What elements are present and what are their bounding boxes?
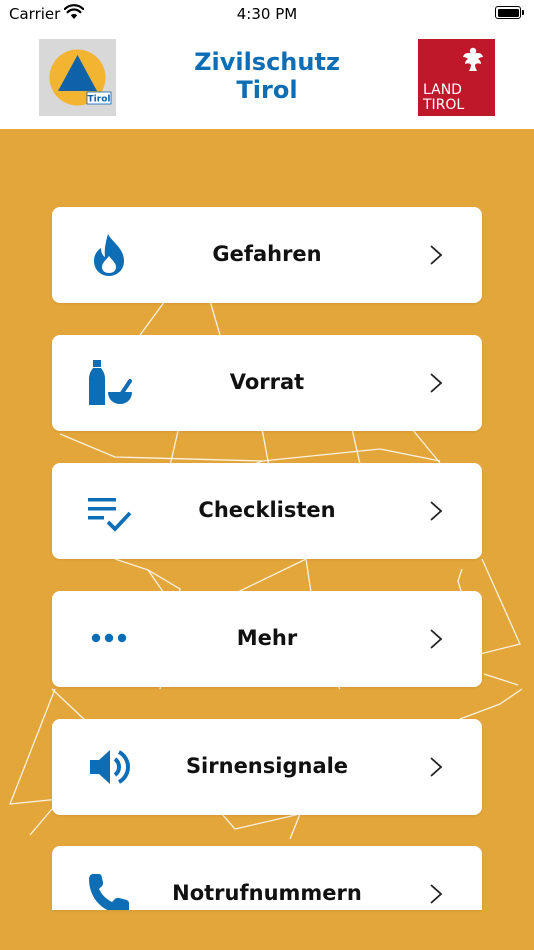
- app-header: Tirol Zivilschutz Tirol LAND TIROL: [0, 28, 534, 129]
- menu-label-vorrat: Vorrat: [229, 370, 305, 394]
- menu-button-notrufnummern[interactable]: Notrufnummern: [52, 846, 482, 910]
- zivilschutz-logo[interactable]: Tirol: [39, 39, 116, 116]
- chevron-right-icon: [430, 245, 443, 265]
- land-tirol-logo[interactable]: LAND TIROL: [418, 39, 495, 116]
- chevron-right-icon: [430, 373, 443, 393]
- land-tirol-line-2: TIROL: [422, 97, 464, 113]
- menu-button-mehr[interactable]: Mehr: [52, 591, 482, 687]
- menu-label-sirnensignale: Sirnensignale: [185, 754, 349, 778]
- clock: 4:30 PM: [236, 5, 298, 23]
- menu-button-vorrat[interactable]: Vorrat: [52, 335, 482, 431]
- title-line-1: Zivilschutz: [194, 48, 340, 76]
- menu-label-notrufnummern: Notrufnummern: [172, 881, 362, 905]
- chevron-right-icon: [430, 501, 443, 521]
- chevron-right-icon: [430, 757, 443, 777]
- battery-icon: [495, 6, 521, 19]
- page-title: Zivilschutz Tirol: [140, 48, 394, 104]
- left-logo-text: Tirol: [88, 95, 111, 105]
- menu-label-gefahren: Gefahren: [212, 242, 322, 266]
- menu-label-checklisten: Checklisten: [198, 498, 336, 522]
- chevron-right-icon: [430, 884, 443, 904]
- menu-button-checklisten[interactable]: Checklisten: [52, 463, 482, 559]
- land-tirol-line-1: LAND: [423, 82, 462, 98]
- menu-label-mehr: Mehr: [236, 626, 298, 650]
- battery-tip: [522, 10, 524, 15]
- menu-button-gefahren[interactable]: Gefahren: [52, 207, 482, 303]
- status-bar: Carrier 4:30 PM: [0, 0, 534, 28]
- menu-button-sirnensignale[interactable]: Sirnensignale: [52, 719, 482, 815]
- title-line-2: Tirol: [236, 76, 298, 104]
- chevron-right-icon: [430, 629, 443, 649]
